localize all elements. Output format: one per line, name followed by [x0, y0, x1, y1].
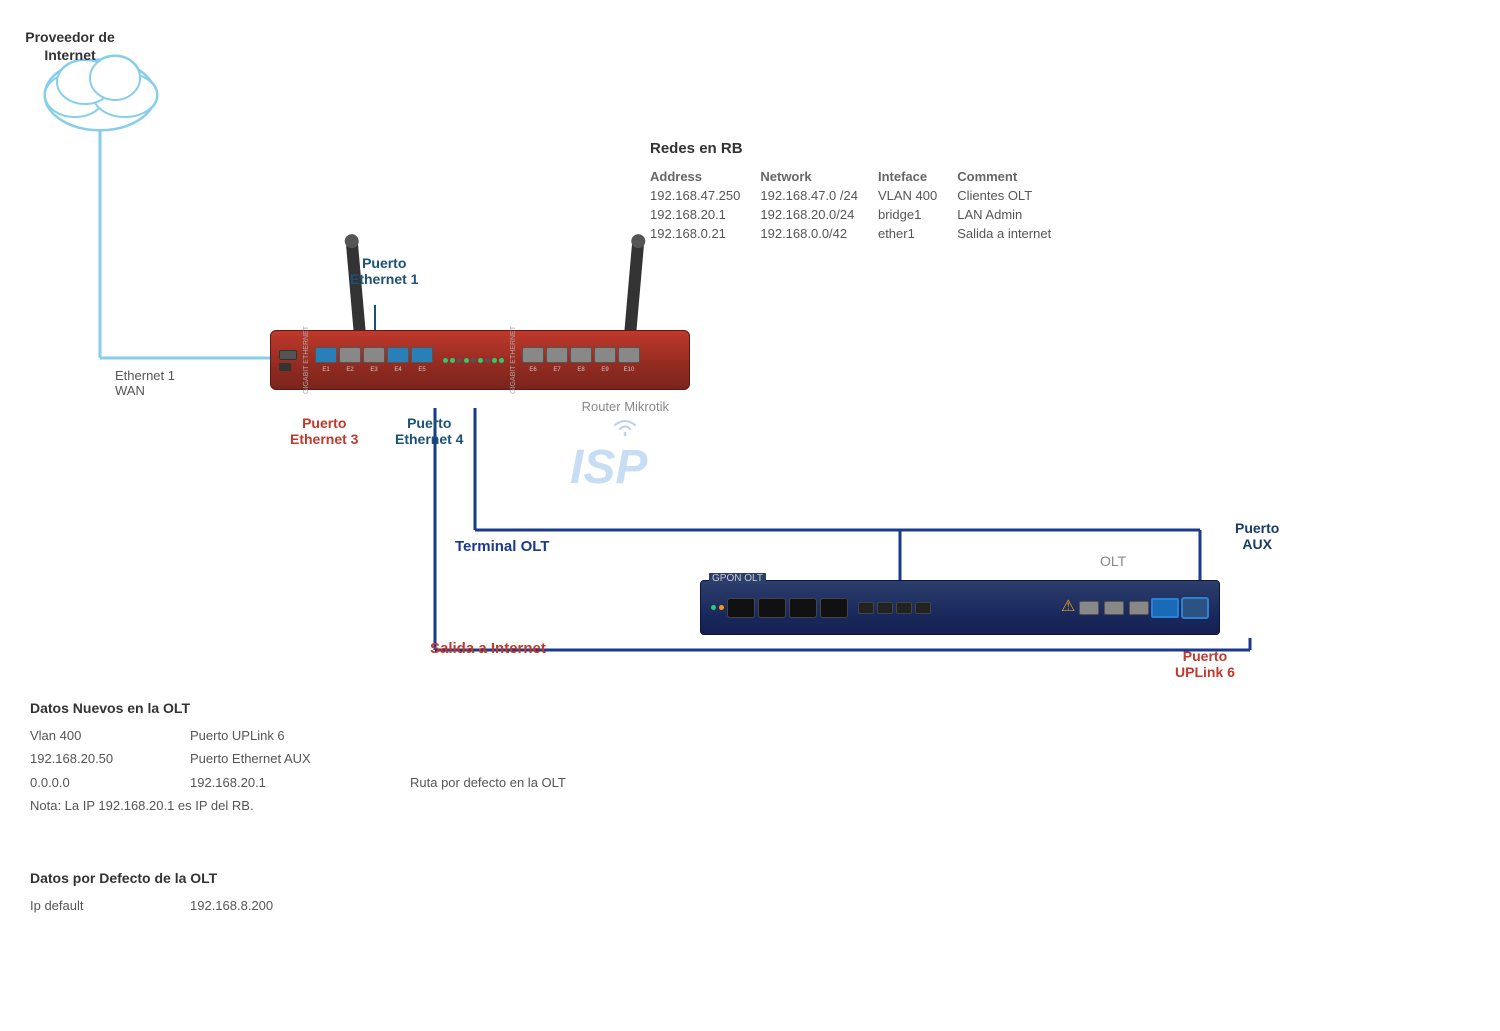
- port-aux-label: Puerto AUX: [1235, 520, 1279, 552]
- router-mikrotik: GIGABIT ETHERNET E1 E2 E3 E4 E5: [270, 330, 690, 405]
- table-row: 192.168.0.21192.168.0.0/42ether1Salida a…: [650, 224, 1071, 243]
- salida-internet-label: Salida a Internet: [430, 640, 546, 657]
- table-cell-comment: Salida a internet: [957, 224, 1071, 243]
- olt-device: GPON OLT ⚠: [700, 580, 1220, 645]
- olt-device-label: GPON OLT: [709, 573, 766, 584]
- redes-rb-title: Redes en RB: [650, 140, 1071, 157]
- col-interface: Inteface: [878, 167, 957, 186]
- datos-defecto-title: Datos por Defecto de la OLT: [30, 870, 390, 886]
- diagram-container: Proveedor deInternet Ethernet 1 WAN GIGA…: [0, 0, 1500, 1031]
- list-item: Ip default192.168.8.200: [30, 894, 390, 917]
- datos-nuevos-section: Datos Nuevos en la OLT Vlan 400Puerto UP…: [30, 700, 566, 813]
- redes-rb-table: Redes en RB Address Network Inteface Com…: [650, 140, 1071, 243]
- eth1-arrow: [355, 255, 395, 335]
- olt-warning-icon: ⚠: [1061, 599, 1079, 617]
- table-cell-interface: bridge1: [878, 205, 957, 224]
- table-cell-address: 192.168.20.1: [650, 205, 760, 224]
- olt-led-1: [711, 605, 716, 610]
- port-eth4-label: Puerto Ethernet 4: [395, 415, 463, 447]
- table-cell-address: 192.168.0.21: [650, 224, 760, 243]
- olt-sfp-ports: [727, 598, 848, 618]
- datos-defecto-section: Datos por Defecto de la OLT Ip default19…: [30, 870, 390, 917]
- port-uplink-label: Puerto UPLink 6: [1175, 648, 1235, 680]
- olt-small-ports: [858, 602, 931, 614]
- table-cell-network: 192.168.47.0 /24: [760, 186, 878, 205]
- router-body: GIGABIT ETHERNET E1 E2 E3 E4 E5: [270, 330, 690, 390]
- table-cell-network: 192.168.0.0/42: [760, 224, 878, 243]
- table-cell-interface: VLAN 400: [878, 186, 957, 205]
- table-cell-address: 192.168.47.250: [650, 186, 760, 205]
- wan-label: Ethernet 1 WAN: [115, 368, 175, 398]
- olt-label: OLT: [1100, 553, 1126, 569]
- router-leds: [443, 358, 504, 363]
- olt-uplink-ports: [1181, 597, 1209, 619]
- router-label: Router Mikrotik: [582, 399, 669, 414]
- olt-body: GPON OLT ⚠: [700, 580, 1220, 635]
- list-item: 0.0.0.0192.168.20.1Ruta por defecto en l…: [30, 771, 566, 794]
- terminal-olt-label: Terminal OLT: [455, 538, 549, 555]
- col-comment: Comment: [957, 167, 1071, 186]
- isp-label: ISP: [570, 440, 647, 495]
- table-cell-network: 192.168.20.0/24: [760, 205, 878, 224]
- datos-nuevos-title: Datos Nuevos en la OLT: [30, 700, 566, 716]
- olt-aux-port: [1151, 598, 1179, 618]
- port-eth3-label: Puerto Ethernet 3: [290, 415, 358, 447]
- col-address: Address: [650, 167, 760, 186]
- list-item: 192.168.20.50Puerto Ethernet AUX: [30, 747, 566, 770]
- olt-led-2: [719, 605, 724, 610]
- table-row: 192.168.20.1192.168.20.0/24bridge1LAN Ad…: [650, 205, 1071, 224]
- table-cell-interface: ether1: [878, 224, 957, 243]
- datos-nuevos-note: Nota: La IP 192.168.20.1 es IP del RB.: [30, 798, 566, 813]
- table-row: 192.168.47.250192.168.47.0 /24VLAN 400Cl…: [650, 186, 1071, 205]
- table-cell-comment: Clientes OLT: [957, 186, 1071, 205]
- list-item: Vlan 400Puerto UPLink 6: [30, 724, 566, 747]
- isp-wifi-icon: [610, 415, 640, 443]
- table-cell-comment: LAN Admin: [957, 205, 1071, 224]
- cloud-label: Proveedor deInternet: [10, 28, 130, 64]
- col-network: Network: [760, 167, 878, 186]
- olt-eth-ports: [1079, 601, 1151, 615]
